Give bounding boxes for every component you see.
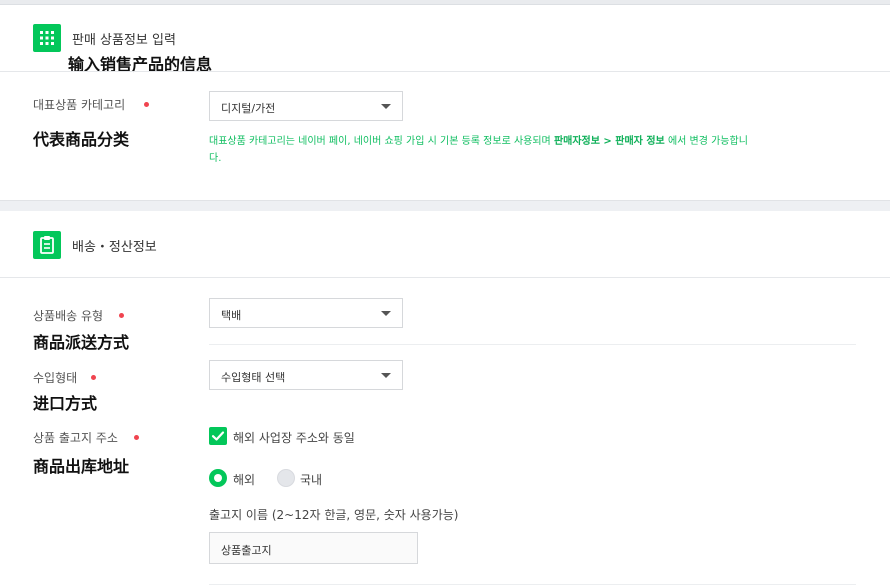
import-type-select-value: 수입형태 선택	[221, 371, 286, 384]
category-select[interactable]: 디지털/가전	[209, 91, 403, 121]
import-type-annotation: 进口方式	[33, 394, 98, 413]
category-label: 대표상품 카테고리	[33, 98, 126, 112]
required-indicator	[91, 375, 96, 380]
category-hint: 대표상품 카테고리는 네이버 페이, 네이버 쇼핑 가입 시 기본 등록 정보로…	[209, 133, 859, 167]
grid-icon	[33, 24, 61, 52]
origin-address-annotation: 商品出库地址	[33, 457, 130, 476]
row-divider	[209, 344, 856, 345]
category-select-value: 디지털/가전	[221, 102, 276, 115]
required-indicator	[134, 435, 139, 440]
radio-overseas[interactable]	[209, 469, 227, 487]
section-separator-band	[0, 200, 890, 211]
shipping-type-annotation: 商品派送方式	[33, 333, 130, 352]
chevron-down-icon	[381, 104, 391, 109]
chevron-down-icon	[381, 311, 391, 316]
required-indicator	[144, 102, 149, 107]
category-hint-text-2: 에서 변경 가능합니	[664, 136, 748, 147]
clipboard-icon	[33, 231, 61, 259]
required-indicator	[119, 313, 124, 318]
origin-name-label: 출고지 이름 (2~12자 한글, 영문, 숫자 사용가능)	[209, 508, 459, 522]
radio-overseas-label[interactable]: 해외	[233, 471, 255, 488]
section-title-shipping: 배송・정산정보	[72, 240, 157, 255]
checkmark-icon	[211, 431, 225, 441]
import-type-label: 수입형태	[33, 371, 78, 385]
category-annotation: 代表商品分类	[33, 130, 130, 149]
seller-info-path-link[interactable]: 판매자정보 > 판매자 정보	[554, 136, 665, 147]
shipping-type-select-value: 택배	[221, 309, 242, 322]
origin-name-value: 상품출고지	[221, 544, 272, 557]
origin-address-label: 상품 출고지 주소	[33, 431, 118, 445]
shipping-type-select[interactable]: 택배	[209, 298, 403, 328]
radio-domestic-label[interactable]: 국내	[300, 471, 322, 488]
same-address-checkbox[interactable]	[209, 427, 227, 445]
chevron-down-icon	[381, 373, 391, 378]
shipping-type-label: 상품배송 유형	[33, 309, 104, 323]
section-title-product-info: 판매 상품정보 입력	[72, 33, 176, 48]
category-hint-text-3: 다.	[209, 153, 222, 164]
section-divider	[0, 277, 890, 278]
import-type-select[interactable]: 수입형태 선택	[209, 360, 403, 390]
origin-name-input[interactable]: 상품출고지	[209, 532, 418, 564]
row-divider	[209, 584, 856, 585]
category-hint-text-1: 대표상품 카테고리는 네이버 페이, 네이버 쇼핑 가입 시 기본 등록 정보로…	[209, 136, 554, 147]
top-border	[0, 0, 890, 5]
radio-domestic[interactable]	[277, 469, 295, 487]
section-divider	[0, 71, 890, 72]
same-address-checkbox-label[interactable]: 해외 사업장 주소와 동일	[233, 429, 355, 446]
